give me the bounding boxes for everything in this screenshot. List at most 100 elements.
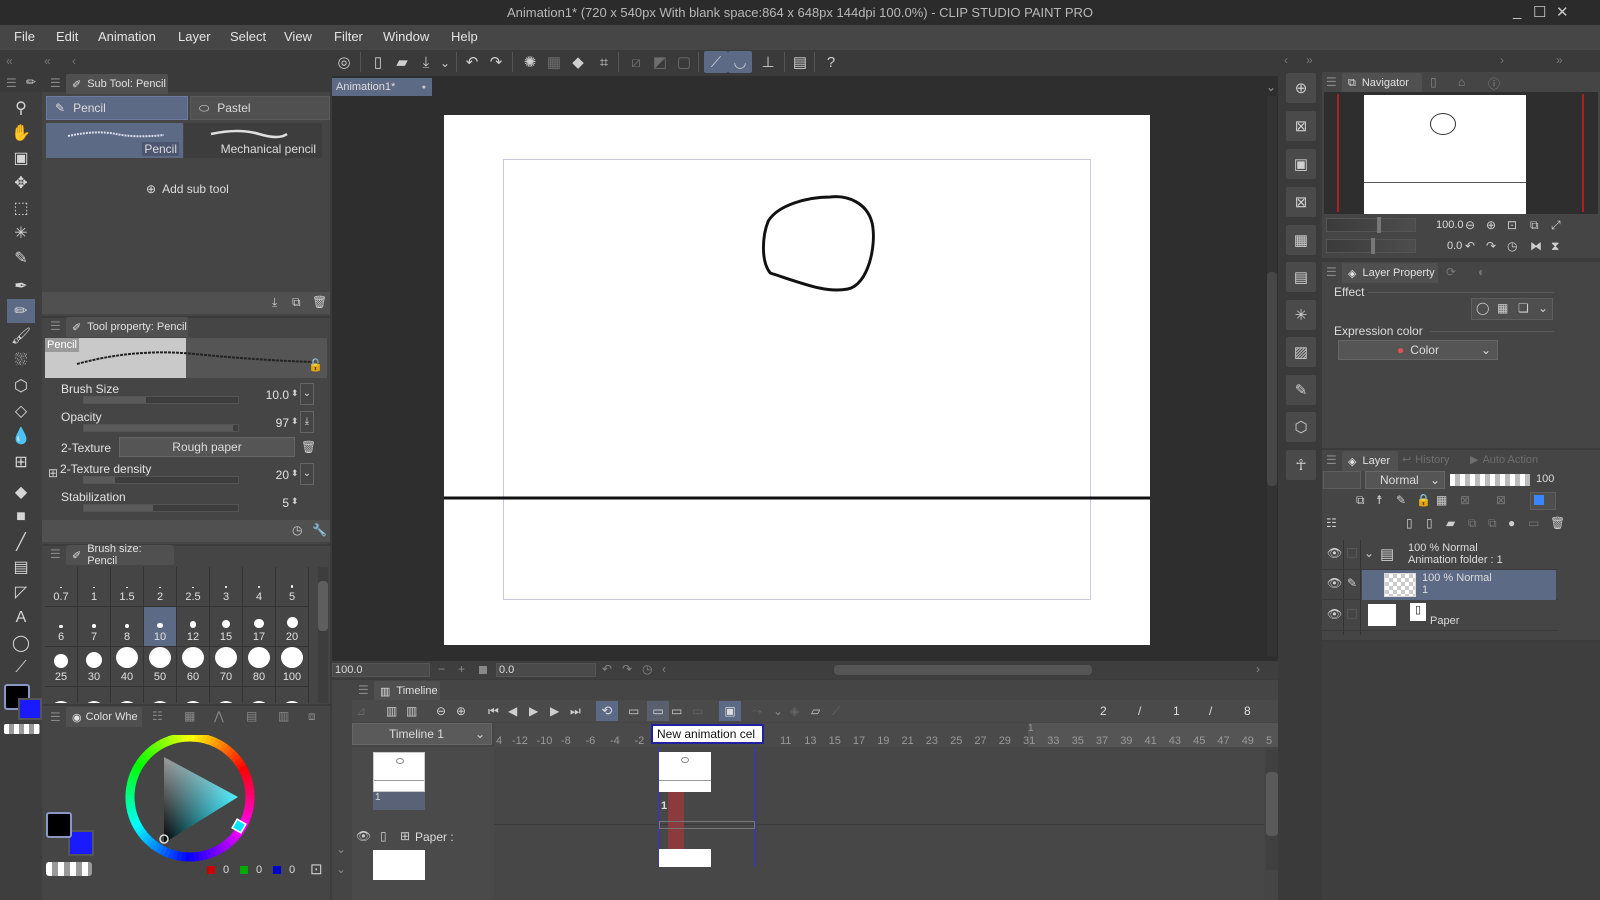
chevron-down-icon[interactable]: ⌄ <box>1266 80 1276 94</box>
brush-size-value[interactable]: 10.0 <box>243 388 289 402</box>
intermediate-color-tab-icon[interactable]: ⋀ <box>214 709 224 723</box>
slider-thumb[interactable] <box>1377 217 1381 233</box>
blend-mode-select[interactable]: Normal ⌄ <box>1365 471 1445 489</box>
menu-animation[interactable]: Animation <box>98 29 156 44</box>
approximate-color-tab-icon[interactable]: ▤ <box>246 709 257 723</box>
previous-frame-icon[interactable]: ◀ <box>508 704 517 718</box>
brush-size-item[interactable]: 50 <box>144 647 177 687</box>
brush-size-item[interactable]: 0.7 <box>45 567 78 607</box>
add-sub-tool-button[interactable]: ⊕ Add sub tool <box>146 182 229 196</box>
history-tab[interactable]: ↩ History <box>1402 453 1449 466</box>
menu-layer[interactable]: Layer <box>178 29 211 44</box>
show-selection-icon[interactable]: ▦ <box>542 51 566 73</box>
brush-size-item[interactable]: 1.5 <box>111 567 144 607</box>
brush-icon[interactable]: ⟋ <box>832 704 840 719</box>
material-layout-icon[interactable]: ▤ <box>1286 262 1316 292</box>
info-tab-icon[interactable]: ⓘ <box>1488 75 1500 92</box>
color-wheel-tab[interactable]: ◉ Color Whe <box>66 707 142 727</box>
auto-select-tool-icon[interactable]: ✳ <box>7 221 35 245</box>
download-icon[interactable]: ⤓ <box>300 411 314 433</box>
pencil-tool-icon[interactable]: ✏ <box>7 299 35 323</box>
layer-opacity-slider[interactable] <box>1450 474 1530 486</box>
border-effect-icon[interactable]: ◯ <box>1476 301 1489 315</box>
brush-size-item[interactable]: 1 <box>78 567 111 607</box>
keyframe-icon[interactable]: ⤳ <box>752 704 762 719</box>
rotation-field[interactable]: 0.0 <box>496 663 596 677</box>
pen-tool-icon[interactable]: ✒ <box>7 274 35 298</box>
cel-thumbnail[interactable] <box>659 752 711 792</box>
play-icon[interactable]: ▶ <box>529 704 538 718</box>
loop-icon[interactable]: ⟲ <box>596 701 618 721</box>
chevron-left-icon[interactable]: ‹ <box>72 54 76 68</box>
brush-size-item[interactable] <box>177 687 210 703</box>
eyedropper-tool-icon[interactable]: ✎ <box>7 246 35 270</box>
brush-size-item[interactable]: 100 <box>276 647 309 687</box>
eraser-tool-icon[interactable]: ◇ <box>7 399 35 423</box>
tone-effect-icon[interactable]: ▦ <box>1497 301 1508 315</box>
snap-special-ruler-icon[interactable]: ◡ <box>728 51 752 73</box>
layer-property-tab[interactable]: ◈ Layer Property <box>1342 263 1438 283</box>
invert-selection-icon[interactable]: ▢ <box>672 51 696 73</box>
current-frame[interactable]: 2 <box>1100 704 1107 718</box>
chevron-right-icon[interactable]: › <box>1256 662 1260 676</box>
zoom-in-icon[interactable]: ⊕ <box>456 704 466 718</box>
clip-layer-icon[interactable]: ⧉ <box>1356 493 1365 508</box>
selection-tool-icon[interactable]: ⬚ <box>7 196 35 220</box>
menu-icon[interactable]: ☰ <box>1326 75 1337 89</box>
zoom-out-icon[interactable]: ⊖ <box>1465 218 1475 232</box>
zoom-in-icon[interactable]: + <box>458 662 465 676</box>
layer-color-swatch[interactable] <box>1530 492 1556 510</box>
brush-size-scrollbar[interactable] <box>318 567 328 703</box>
eye-icon[interactable]: 👁 <box>356 829 371 843</box>
reset-rotation-icon[interactable]: ◷ <box>1507 239 1517 253</box>
chevron-down-icon[interactable]: ⌄ <box>440 56 450 70</box>
sub-view-tab-icon[interactable]: ▯ <box>1430 75 1437 89</box>
fill-icon[interactable]: ◆ <box>566 51 590 73</box>
new-raster-layer-icon[interactable]: ▯ <box>1406 516 1413 530</box>
spin-icon[interactable]: ⬍ <box>291 468 299 479</box>
reset-rotation-icon[interactable]: ◷ <box>642 662 652 676</box>
fill-selection-icon[interactable]: ◩ <box>648 51 672 73</box>
fit-icon[interactable] <box>479 666 487 674</box>
clear-outside-icon[interactable]: ⧄ <box>624 51 648 73</box>
reference-layer-icon[interactable]: ☨ <box>1376 493 1383 507</box>
fit-icon[interactable]: ⊡ <box>1507 218 1517 232</box>
zoom-in-icon[interactable]: ⊕ <box>1486 218 1496 232</box>
apply-mask-icon[interactable]: ▭ <box>1528 516 1539 530</box>
material-pose-icon[interactable]: ☥ <box>1286 450 1316 480</box>
color-mode-icon[interactable]: ⊡ <box>310 860 323 878</box>
group-pastel-tab[interactable]: ⬭ Pastel <box>190 96 330 120</box>
timeline-select[interactable]: Timeline 1 ⌄ <box>352 723 492 745</box>
scrollbar-thumb[interactable] <box>1266 772 1278 836</box>
expand-right-icon[interactable]: » <box>1306 53 1313 67</box>
menu-icon[interactable]: ☰ <box>50 319 61 333</box>
brush-size-tab[interactable]: ✐ Brush size: Pencil <box>66 543 174 567</box>
brush-size-item[interactable] <box>276 687 309 703</box>
texture-density-value[interactable]: 20 <box>243 468 289 482</box>
gradient-tool-icon[interactable]: ■ <box>7 505 35 529</box>
specify-cels-icon[interactable]: ▭ <box>671 704 682 718</box>
material-effect-icon[interactable]: ✳ <box>1286 300 1316 330</box>
draft-layer-icon[interactable]: ✎ <box>1396 493 1406 507</box>
decoration-tool-icon[interactable]: ⬡ <box>7 374 35 398</box>
edit-target-checkbox[interactable] <box>1347 609 1357 619</box>
onion-skin-icon[interactable]: ▣ <box>719 701 741 721</box>
transparent-color-swatch[interactable] <box>46 862 92 876</box>
unlock-icon[interactable]: 🔓 <box>308 358 323 372</box>
fill-tool-icon[interactable]: ◆ <box>7 480 35 504</box>
redo-icon[interactable]: ↷ <box>484 51 508 73</box>
rotate-right-icon[interactable]: ↷ <box>622 662 632 676</box>
menu-icon[interactable]: ☰ <box>50 76 61 90</box>
tool-property-tab[interactable]: ✐ Tool property: Pencil <box>66 317 188 337</box>
brush-item-mechanical-pencil[interactable]: Mechanical pencil <box>184 123 322 158</box>
brush-size-item[interactable]: 20 <box>276 607 309 647</box>
opacity-slider[interactable] <box>83 424 239 432</box>
frame-tool-icon[interactable]: ▤ <box>7 555 35 579</box>
expression-color-select[interactable]: ● Color ⌄ <box>1338 340 1498 360</box>
brush-size-item[interactable]: 4 <box>243 567 276 607</box>
edit-timeline-icon[interactable]: ▥ <box>406 704 417 718</box>
actual-size-icon[interactable]: ⧉ <box>1530 218 1539 233</box>
figure-tool-icon[interactable]: ╱ <box>7 530 35 554</box>
expand-right-icon[interactable]: » <box>1556 53 1563 67</box>
rotate-left-icon[interactable]: ↶ <box>602 662 612 676</box>
